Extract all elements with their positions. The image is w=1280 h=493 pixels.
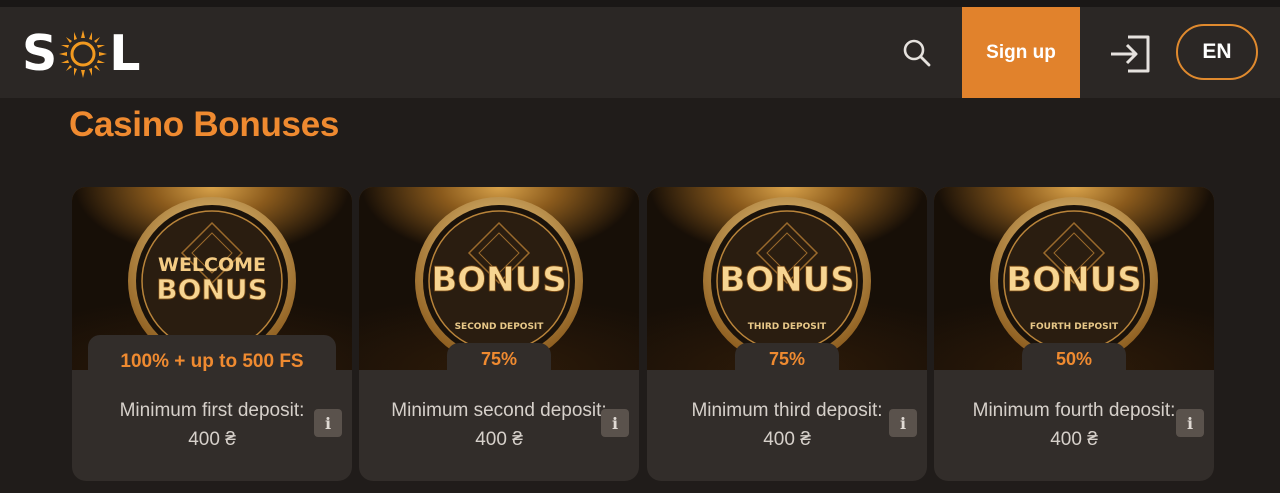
info-icon[interactable]: i [601, 409, 629, 437]
bonus-description: Minimum third deposit: 400 ₴ [691, 400, 883, 450]
coin-ring-text: THIRD DEPOSIT [748, 322, 827, 332]
coin-line2: BONUS [156, 273, 267, 306]
coin-line2: BONUS [1006, 260, 1141, 300]
coin-ring-text: SECOND DEPOSIT [455, 322, 545, 332]
sol-logo[interactable]: S L [22, 27, 141, 81]
info-icon[interactable]: i [889, 409, 917, 437]
page-title: Casino Bonuses [69, 105, 340, 144]
bonus-card[interactable]: WELCOME BONUS 100% + up to 500 FS Minimu… [72, 187, 352, 481]
coin-line2: BONUS [431, 260, 566, 300]
logo-letter-s: S [22, 25, 58, 82]
coin-line2: BONUS [719, 260, 854, 300]
bonus-amount: 75% [447, 343, 551, 375]
bonus-amount: 50% [1022, 343, 1126, 375]
bonus-amount: 75% [735, 343, 839, 375]
logo-letter-l: L [109, 25, 141, 82]
login-icon[interactable] [1108, 34, 1152, 74]
info-icon[interactable]: i [1176, 409, 1204, 437]
language-button[interactable]: EN [1176, 24, 1258, 80]
bonus-description: Minimum first deposit: 400 ₴ [119, 400, 305, 450]
sun-icon [59, 30, 108, 78]
search-icon[interactable] [902, 38, 932, 68]
bonus-description: Minimum second deposit: 400 ₴ [391, 400, 607, 450]
bonus-description: Minimum fourth deposit: 400 ₴ [972, 400, 1176, 450]
info-icon[interactable]: i [314, 409, 342, 437]
bonus-card[interactable]: BONUS FOURTH DEPOSIT 50% Minimum fourth … [934, 187, 1214, 481]
bonus-card[interactable]: BONUS SECOND DEPOSIT 75% Minimum second … [359, 187, 639, 481]
signup-button[interactable]: Sign up [962, 7, 1080, 98]
bonus-amount: 100% + up to 500 FS [88, 335, 336, 385]
bonus-card[interactable]: BONUS THIRD DEPOSIT 75% Minimum third de… [647, 187, 927, 481]
site-header: S L Sign up EN [0, 7, 1280, 98]
top-strip [0, 0, 1280, 7]
coin-ring-text: FOURTH DEPOSIT [1030, 322, 1119, 332]
